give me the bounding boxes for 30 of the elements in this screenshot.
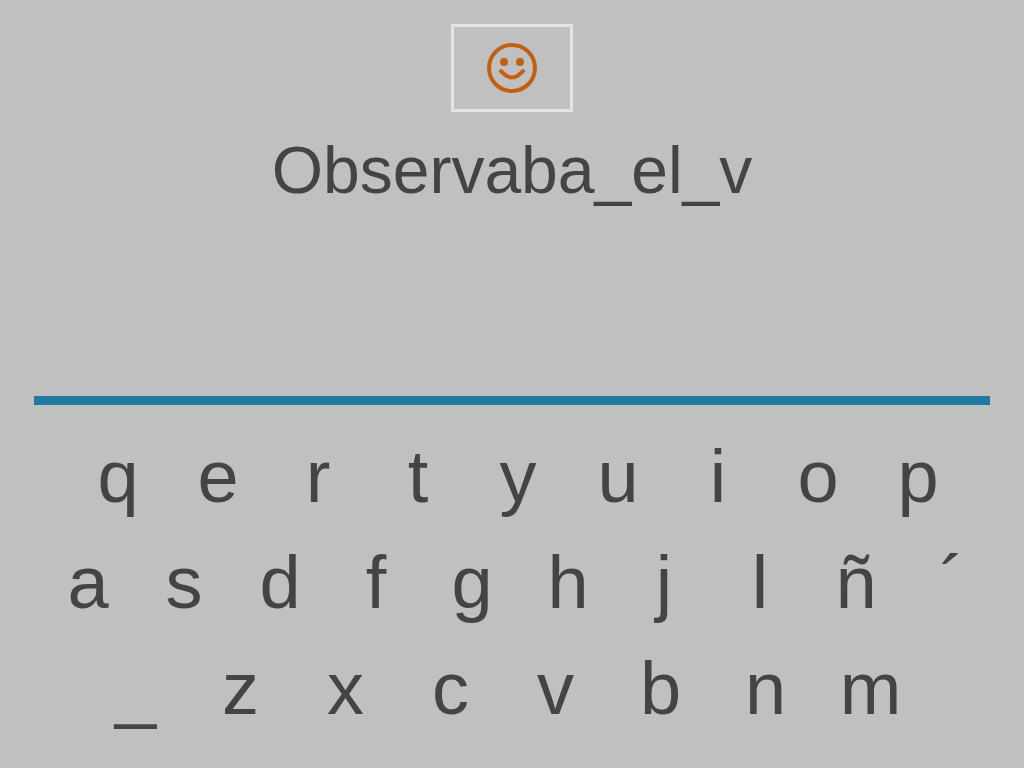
smiley-icon: [486, 42, 538, 94]
letter-key[interactable]: t: [368, 431, 468, 523]
letter-key[interactable]: l: [712, 537, 808, 629]
letter-key[interactable]: i: [668, 431, 768, 523]
letter-key[interactable]: x: [293, 643, 398, 735]
letter-key[interactable]: g: [424, 537, 520, 629]
letter-key[interactable]: f: [328, 537, 424, 629]
letter-key[interactable]: y: [468, 431, 568, 523]
letter-key[interactable]: v: [503, 643, 608, 735]
answer-text: Observaba_el_v: [271, 132, 753, 208]
letter-key[interactable]: _: [83, 643, 188, 735]
letter-key[interactable]: o: [768, 431, 868, 523]
letter-key[interactable]: e: [168, 431, 268, 523]
letter-key[interactable]: u: [568, 431, 668, 523]
letter-key[interactable]: n: [713, 643, 818, 735]
letter-key[interactable]: j: [616, 537, 712, 629]
letter-key[interactable]: q: [68, 431, 168, 523]
letter-key[interactable]: m: [818, 643, 923, 735]
letter-key[interactable]: z: [188, 643, 293, 735]
letter-key[interactable]: ñ: [808, 537, 904, 629]
letter-key[interactable]: p: [868, 431, 968, 523]
letter-key[interactable]: ´: [904, 537, 1000, 629]
letter-key[interactable]: c: [398, 643, 503, 735]
letter-key[interactable]: b: [608, 643, 713, 735]
letter-key[interactable]: s: [136, 537, 232, 629]
letter-key[interactable]: a: [40, 537, 136, 629]
letter-key[interactable]: d: [232, 537, 328, 629]
hint-button[interactable]: [451, 24, 573, 112]
letter-key[interactable]: h: [520, 537, 616, 629]
letter-key[interactable]: r: [268, 431, 368, 523]
